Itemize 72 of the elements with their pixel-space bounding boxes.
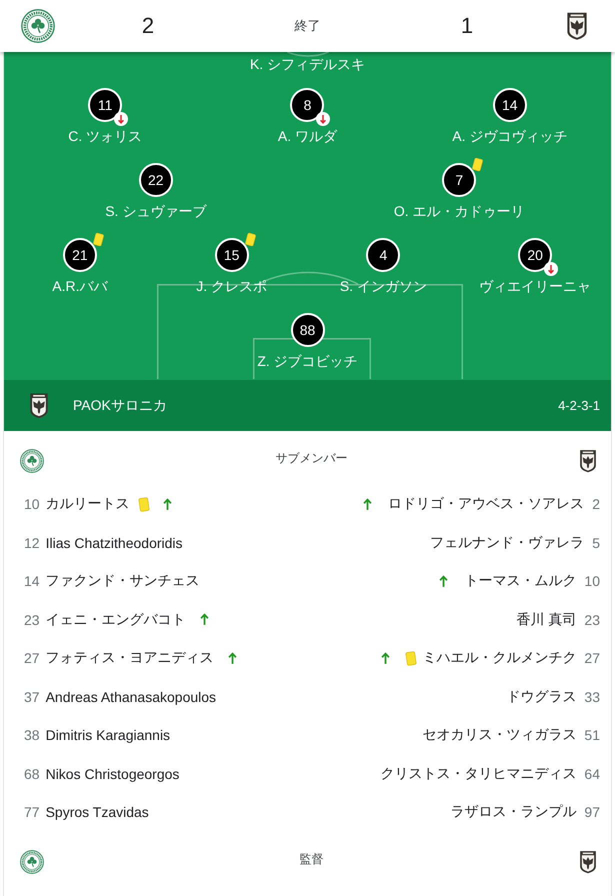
player-name: セオカリス・ツィガラス (422, 726, 576, 744)
player-name: カルリートス (46, 495, 130, 514)
shield-crest-icon (566, 11, 588, 41)
player-name: ラザロス・ランプル (450, 803, 576, 822)
shirt-number: 77 (24, 804, 40, 820)
player-number: 8 (290, 88, 324, 122)
player-number: 21 (62, 238, 97, 272)
player-number: 4 (366, 238, 400, 272)
player-name: A.R.ババ (52, 277, 108, 295)
shirt-number: 27 (584, 650, 600, 666)
player-name: K. シフィデルスキ (250, 57, 366, 72)
shamrock-crest-icon (20, 449, 44, 473)
away-score: 1 (460, 13, 474, 39)
shirt-number: 37 (24, 688, 40, 705)
player-number: 14 (492, 88, 527, 122)
player-name: ミハエル・クルメンチク (422, 649, 576, 668)
shirt-number: 2 (592, 496, 600, 512)
shirt-number: 10 (584, 573, 600, 590)
player-name: フォティス・ヨアニディス (46, 649, 214, 668)
player-name: トーマス・ムルク (464, 572, 576, 590)
home-score: 2 (142, 13, 154, 39)
player-name: Dimitris Karagiannis (46, 727, 170, 744)
section-title: 監督 (298, 850, 324, 868)
shirt-number: 23 (24, 612, 40, 628)
player-name: Ilias Chatzitheodoridis (46, 534, 183, 551)
player-name: Z. ジブコビッチ (257, 352, 358, 370)
player-name: クリストス・タリヒマニディス (380, 764, 576, 783)
player-name: A. ジヴコヴィッチ (452, 127, 568, 145)
player-name: ファクンド・サンチェス (46, 572, 200, 590)
match-status: 終了 (294, 18, 320, 34)
player-name: ロドリゴ・アウベス・ソアレス (388, 495, 584, 514)
shirt-number: 97 (584, 804, 600, 820)
player-number: 11 (88, 88, 122, 122)
shirt-number: 51 (584, 727, 600, 744)
player-name: ドウグラス (506, 688, 576, 706)
player-name: J. クレスポ (196, 277, 268, 295)
player-number: 20 (518, 238, 552, 272)
shamrock-crest-icon (20, 850, 44, 874)
player-number: 15 (214, 238, 249, 272)
player-number: 22 (138, 163, 173, 197)
player-name: Nikos Christogeorgos (46, 766, 180, 782)
shield-crest-icon (29, 392, 49, 419)
player-number: 7 (442, 163, 476, 197)
shirt-number: 38 (24, 727, 40, 744)
center-circle-line (287, 52, 329, 57)
shamrock-crest-icon (21, 9, 55, 43)
shirt-number: 5 (592, 534, 600, 551)
formation-label: 4-2-3-1 (558, 398, 600, 413)
shirt-number: 10 (24, 496, 40, 512)
player-name: ヴィエイリーニャ (479, 277, 592, 295)
player-name: フェルナンド・ヴァレラ (430, 534, 584, 552)
player-name: O. エル・カドゥーリ (394, 202, 525, 220)
shield-crest-icon (579, 449, 597, 473)
player-name: C. ツォリス (68, 127, 142, 145)
player-name: Andreas Athanasakopoulos (46, 688, 216, 705)
player-name: S. シュヴァーブ (105, 202, 206, 220)
shirt-number: 68 (24, 766, 40, 782)
shirt-number: 27 (24, 650, 40, 666)
shirt-number: 23 (584, 612, 600, 628)
shirt-number: 14 (24, 573, 40, 590)
player-name: S. インガソン (340, 277, 427, 295)
team-name: PAOKサロニカ (73, 396, 168, 414)
section-title: サブメンバー (274, 450, 348, 467)
player-name: イェニ・エングバコト (46, 610, 186, 629)
shirt-number: 64 (584, 766, 600, 782)
player-name: A. ワルダ (278, 127, 338, 145)
player-name: 香川 真司 (516, 610, 576, 629)
shirt-number: 33 (584, 688, 600, 705)
shield-crest-icon (579, 850, 597, 874)
player-number: 88 (290, 313, 324, 347)
player-name: Spyros Tzavidas (46, 804, 149, 820)
shirt-number: 12 (24, 534, 40, 551)
